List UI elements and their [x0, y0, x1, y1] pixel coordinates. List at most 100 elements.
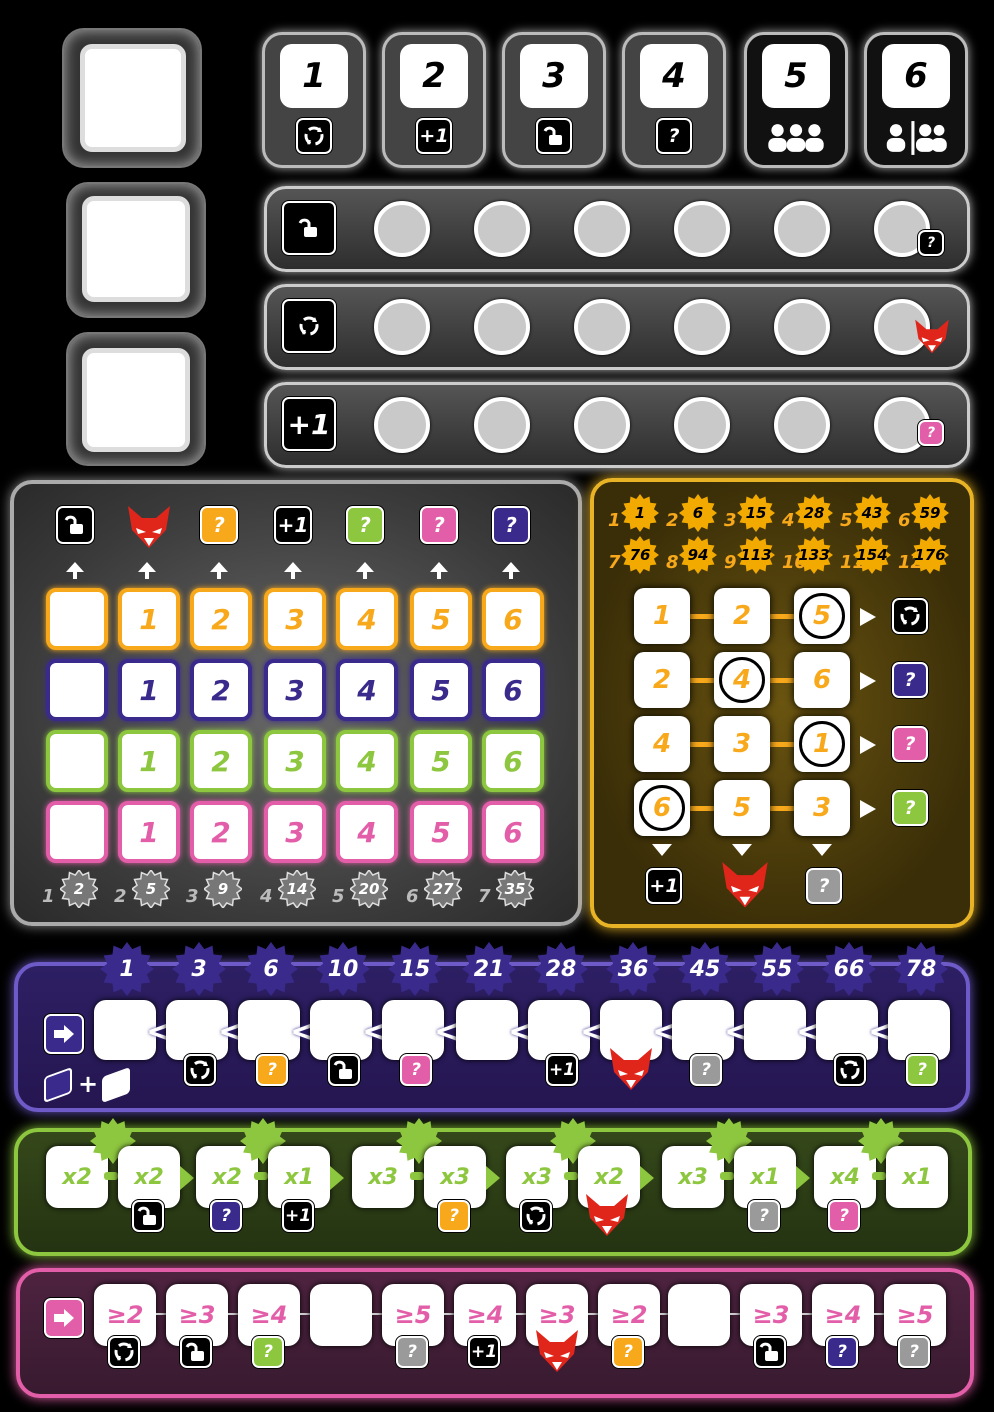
yellow-cell-3-3[interactable]: 1 — [794, 716, 850, 772]
grid-cell-r2-c5[interactable]: 4 — [336, 659, 398, 721]
die-number-6[interactable]: 6 — [882, 44, 950, 108]
track-2-circle-4[interactable] — [674, 397, 730, 453]
green-arrow — [640, 1166, 654, 1190]
green-link — [104, 1172, 118, 1180]
pink-question: ? — [892, 726, 928, 762]
grid-cell-r3-c5[interactable]: 4 — [336, 730, 398, 792]
blue-cell-12[interactable] — [888, 1000, 950, 1060]
green-cell-12[interactable]: x1 — [886, 1146, 948, 1208]
grid-cell-r2-c2[interactable]: 1 — [118, 659, 180, 721]
die-number-4[interactable]: 4 — [640, 44, 708, 108]
track-2-circle-1[interactable] — [374, 397, 430, 453]
pink-link — [156, 1313, 166, 1315]
green-cell-10[interactable]: x1 — [734, 1146, 796, 1208]
blank-box-3[interactable] — [82, 348, 190, 452]
yellow-connector — [770, 806, 796, 811]
track-0-circle-1[interactable] — [374, 201, 430, 257]
grid-cell-r1-c7[interactable]: 6 — [482, 588, 544, 650]
grid-cell-r2-c6[interactable]: 5 — [410, 659, 472, 721]
yellow-cell-2-3[interactable]: 6 — [794, 652, 850, 708]
track-2-circle-2[interactable] — [474, 397, 530, 453]
star-value: 78 — [905, 956, 937, 982]
star-value: 94 — [687, 546, 709, 564]
track-0-circle-2[interactable] — [474, 201, 530, 257]
grid-cell-r2-c1[interactable] — [46, 659, 108, 721]
yellow-score-star: 113 — [736, 536, 776, 574]
arrow-button[interactable] — [44, 1014, 84, 1054]
pink-link — [588, 1313, 598, 1315]
grid-cell-r1-c3[interactable]: 2 — [190, 588, 252, 650]
yellow-cell-1-2[interactable]: 2 — [714, 588, 770, 644]
reroll-icon — [834, 1054, 866, 1086]
pink-cell-9[interactable] — [668, 1284, 730, 1346]
orange-question: ? — [438, 1200, 470, 1232]
star-value: 3 — [191, 956, 207, 982]
grid-cell-r4-c2[interactable]: 1 — [118, 801, 180, 863]
grid-cell-r3-c1[interactable] — [46, 730, 108, 792]
grid-cell-r3-c6[interactable]: 5 — [410, 730, 472, 792]
grid-cell-r2-c3[interactable]: 2 — [190, 659, 252, 721]
yellow-cell-1-1[interactable]: 1 — [634, 588, 690, 644]
track-0-circle-4[interactable] — [674, 201, 730, 257]
grid-cell-r1-c1[interactable] — [46, 588, 108, 650]
track-2-circle-3[interactable] — [574, 397, 630, 453]
track-0-circle-5[interactable] — [774, 201, 830, 257]
arrow-stem — [291, 571, 295, 579]
grid-cell-r1-c6[interactable]: 5 — [410, 588, 472, 650]
grid-score-star: 5 — [132, 870, 170, 908]
grid-cell-r3-c3[interactable]: 2 — [190, 730, 252, 792]
star-value: 14 — [286, 880, 308, 898]
green-cell-6[interactable]: x3 — [424, 1146, 486, 1208]
yellow-cell-3-2[interactable]: 3 — [714, 716, 770, 772]
die-number-5[interactable]: 5 — [762, 44, 830, 108]
yellow-score-star: 94 — [678, 536, 718, 574]
grid-cell-r4-c7[interactable]: 6 — [482, 801, 544, 863]
grid-cell-r1-c2[interactable]: 1 — [118, 588, 180, 650]
grid-cell-r1-c5[interactable]: 4 — [336, 588, 398, 650]
grid-cell-r3-c2[interactable]: 1 — [118, 730, 180, 792]
yellow-cell-2-2[interactable]: 4 — [714, 652, 770, 708]
grid-cell-r2-c7[interactable]: 6 — [482, 659, 544, 721]
blank-box-2[interactable] — [82, 196, 190, 302]
grid-cell-r4-c5[interactable]: 4 — [336, 801, 398, 863]
track-1-circle-1[interactable] — [374, 299, 430, 355]
yellow-cell-1-3[interactable]: 5 — [794, 588, 850, 644]
grid-cell-r3-c7[interactable]: 6 — [482, 730, 544, 792]
track-1-circle-5[interactable] — [774, 299, 830, 355]
yellow-score-star: 1 — [620, 494, 660, 532]
star-value: 113 — [740, 546, 772, 564]
track-1-circle-2[interactable] — [474, 299, 530, 355]
col-arrow — [652, 844, 672, 856]
die-number-3[interactable]: 3 — [520, 44, 588, 108]
arrow-button[interactable] — [44, 1298, 84, 1338]
yellow-cell-4-2[interactable]: 5 — [714, 780, 770, 836]
yellow-cell-4-1[interactable]: 6 — [634, 780, 690, 836]
die-number-1[interactable]: 1 — [280, 44, 348, 108]
pink-cell-4[interactable] — [310, 1284, 372, 1346]
yellow-cell-value: 4 — [652, 729, 672, 759]
grid-cell-r1-c4[interactable]: 3 — [264, 588, 326, 650]
yellow-cell-4-3[interactable]: 3 — [794, 780, 850, 836]
track-2-circle-5[interactable] — [774, 397, 830, 453]
green-cell-4[interactable]: x1 — [268, 1146, 330, 1208]
grid-cell-r4-c4[interactable]: 3 — [264, 801, 326, 863]
star-value: 20 — [358, 880, 380, 898]
track-1-circle-4[interactable] — [674, 299, 730, 355]
die-number-2[interactable]: 2 — [400, 44, 468, 108]
track-1-circle-3[interactable] — [574, 299, 630, 355]
yellow-cell-value: 1 — [799, 721, 845, 767]
grid-cell-r3-c4[interactable]: 3 — [264, 730, 326, 792]
grid-cell-r4-c3[interactable]: 2 — [190, 801, 252, 863]
grid-cell-r4-c1[interactable] — [46, 801, 108, 863]
yellow-cell-3-1[interactable]: 4 — [634, 716, 690, 772]
yellow-cell-2-1[interactable]: 2 — [634, 652, 690, 708]
green-cell-2[interactable]: x2 — [118, 1146, 180, 1208]
blank-box-1[interactable] — [80, 44, 186, 152]
plus-one-icon: +1 — [274, 506, 312, 544]
yellow-score-star: 59 — [910, 494, 950, 532]
green-arrow — [180, 1166, 194, 1190]
grid-cell-r4-c6[interactable]: 5 — [410, 801, 472, 863]
grid-cell-r2-c4[interactable]: 3 — [264, 659, 326, 721]
unlock-icon — [180, 1336, 212, 1368]
track-0-circle-3[interactable] — [574, 201, 630, 257]
